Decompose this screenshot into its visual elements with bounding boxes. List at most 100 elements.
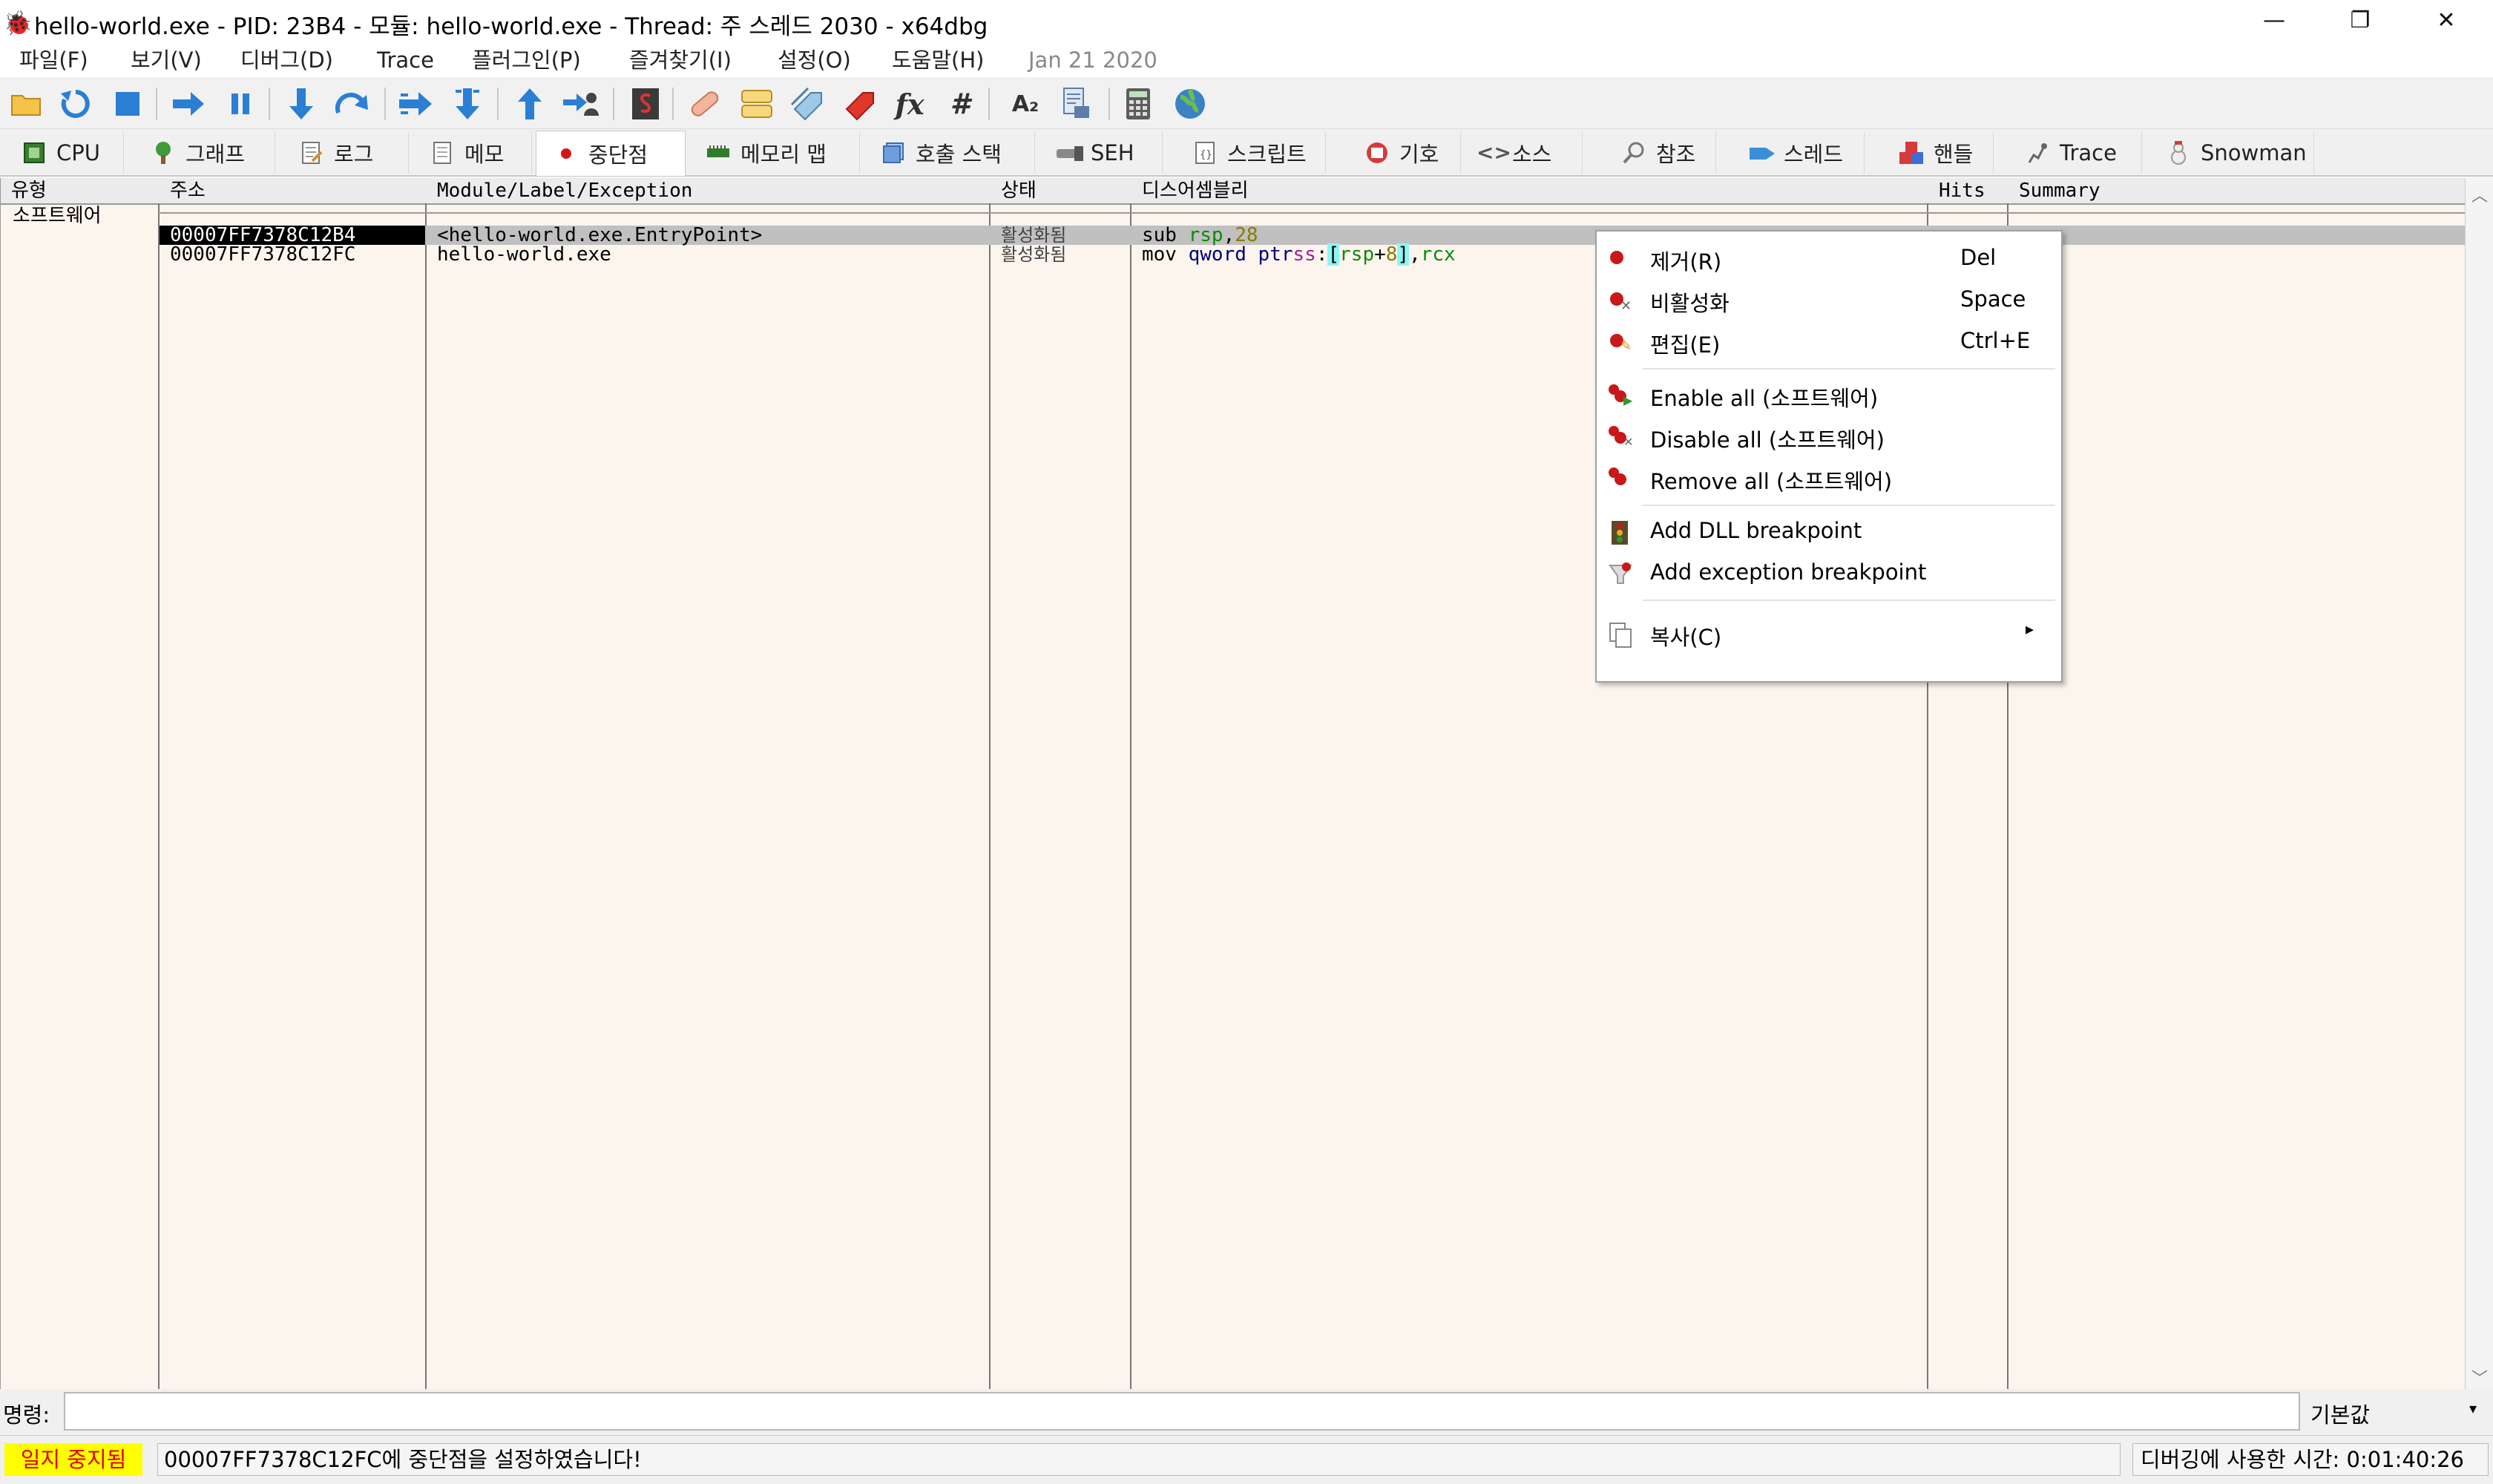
log-icon	[298, 140, 325, 165]
menu-item-remove[interactable]: 제거(R) Del	[1598, 239, 2061, 279]
menu-file[interactable]: 파일(F)	[13, 43, 94, 77]
tab-call-stack[interactable]: 호출 스택	[864, 132, 1035, 174]
bookmarks-icon[interactable]	[841, 85, 880, 123]
tab-breakpoints[interactable]: 중단점	[536, 131, 686, 176]
menu-item-remove-all[interactable]: Remove all (소프트웨어)	[1598, 459, 2061, 499]
tab-source[interactable]: <> 소스	[1469, 132, 1583, 174]
command-mode-select[interactable]: 기본값 ▾	[2306, 1395, 2490, 1429]
debug-time: 디버깅에 사용한 시간: 0:01:40:26	[2132, 1443, 2489, 1476]
scroll-down-icon[interactable]: ﹀	[2466, 1365, 2493, 1389]
svg-text:{}: {}	[1200, 149, 1212, 161]
patch-icon[interactable]	[686, 85, 724, 123]
step-into-icon[interactable]	[282, 85, 321, 123]
column-header-disassembly[interactable]: 디스어셈블리	[1131, 178, 1940, 205]
tab-memory-map[interactable]: 메모리 맵	[689, 132, 860, 174]
run-to-user-code-icon[interactable]	[561, 85, 600, 123]
menu-options[interactable]: 설정(O)	[772, 43, 857, 77]
toolbar-separator	[672, 88, 674, 120]
toolbar-separator	[988, 88, 990, 120]
variables-icon[interactable]: #	[941, 85, 979, 123]
vertical-scrollbar[interactable]: ︿ ﹀	[2465, 178, 2493, 1389]
menu-item-copy[interactable]: 복사(C) ▸	[1598, 614, 2061, 654]
strings-icon[interactable]: A₂	[1006, 85, 1045, 123]
row-label: <hello-world.exe.EntryPoint>	[437, 224, 763, 246]
run-icon[interactable]	[169, 85, 208, 123]
debug-state-badge: 일지 중지됨	[4, 1443, 142, 1476]
menu-trace[interactable]: Trace	[371, 43, 440, 77]
restore-button[interactable]: ❐	[2319, 0, 2401, 43]
menu-item-label: 복사(C)	[1650, 625, 1722, 650]
tab-notes[interactable]: 메모	[413, 132, 532, 174]
menu-item-label: Add exception breakpoint	[1650, 559, 1927, 585]
memory-map-icon	[705, 140, 732, 165]
tab-label: 스레드	[1784, 142, 1844, 167]
menu-item-enable-all[interactable]: ▶ Enable all (소프트웨어)	[1598, 375, 2061, 416]
tab-label: SEH	[1091, 140, 1134, 165]
execute-till-return-icon[interactable]	[510, 85, 549, 123]
tab-threads[interactable]: 스레드	[1732, 132, 1865, 174]
status-bar: 일지 중지됨 00007FF7378C12FC에 중단점을 설정하였습니다! 디…	[0, 1435, 2493, 1484]
column-header-state[interactable]: 상태	[991, 178, 1143, 205]
calculator-icon[interactable]	[1119, 85, 1157, 123]
column-header-hits[interactable]: Hits	[1928, 178, 2020, 205]
scylla-icon[interactable]	[626, 85, 665, 123]
remove-all-icon	[1607, 466, 1634, 493]
tab-handles[interactable]: 핸들	[1882, 132, 1994, 174]
call-stack-icon	[880, 140, 907, 165]
menu-item-add-dll-breakpoint[interactable]: Add DLL breakpoint	[1598, 512, 2061, 552]
functions-icon[interactable]: fx	[890, 85, 929, 123]
column-header-summary[interactable]: Summary	[2008, 178, 2476, 205]
open-icon[interactable]	[7, 85, 46, 123]
offset: 8	[1385, 243, 1398, 266]
menu-plugins[interactable]: 플러그인(P)	[466, 43, 587, 77]
column-header-address[interactable]: 주소	[160, 178, 439, 205]
tab-references[interactable]: 참조	[1604, 132, 1716, 174]
menu-separator	[1643, 368, 2055, 370]
website-icon[interactable]	[1171, 85, 1209, 123]
command-input[interactable]	[64, 1392, 2300, 1431]
notes-icon	[429, 140, 456, 165]
restart-icon[interactable]	[56, 85, 95, 123]
tab-snowman[interactable]: Snowman	[2149, 132, 2314, 174]
step-over-icon[interactable]	[332, 85, 371, 123]
toolbar-separator	[613, 88, 614, 120]
find-icon[interactable]	[1057, 85, 1095, 123]
menu-debug[interactable]: 디버그(D)	[234, 43, 339, 77]
menu-item-disable-all[interactable]: ✕ Disable all (소프트웨어)	[1598, 417, 2061, 457]
close-button[interactable]: ✕	[2405, 0, 2487, 43]
menu-item-shortcut: Ctrl+E	[1960, 328, 2031, 353]
column-header-module-label[interactable]: Module/Label/Exception	[427, 178, 1002, 205]
menu-item-disable[interactable]: ✕ 비활성화 Space	[1598, 280, 2061, 321]
scroll-up-icon[interactable]: ︿	[2466, 183, 2493, 206]
trace-over-icon[interactable]	[448, 85, 487, 123]
toolbar-separator	[156, 88, 157, 120]
title-bar: 🐞 hello-world.exe - PID: 23B4 - 모듈: hell…	[0, 0, 2493, 43]
menu-favourites[interactable]: 즐겨찾기(I)	[623, 43, 738, 77]
disable-breakpoint-icon: ✕	[1607, 288, 1634, 315]
tab-seh[interactable]: SEH	[1039, 132, 1163, 174]
x64dbg-bug-icon: 🐞	[3, 9, 33, 37]
tab-graph[interactable]: 그래프	[134, 132, 275, 174]
menu-item-edit[interactable]: ✎ 편집(E) Ctrl+E	[1598, 322, 2061, 362]
tab-log[interactable]: 로그	[282, 132, 409, 174]
menu-help[interactable]: 도움말(H)	[886, 43, 990, 77]
stop-icon[interactable]	[108, 85, 147, 123]
pause-icon[interactable]	[221, 85, 260, 123]
minimize-button[interactable]: —	[2233, 0, 2315, 43]
tab-script[interactable]: {} 스크립트	[1175, 132, 1326, 174]
row-address: 00007FF7378C12FC	[170, 243, 356, 266]
menu-view[interactable]: 보기(V)	[125, 43, 208, 77]
trace-into-icon[interactable]	[396, 85, 435, 123]
column-header-type[interactable]: 유형	[1, 178, 171, 205]
menu-item-add-exception-breakpoint[interactable]: Add exception breakpoint	[1598, 554, 2061, 594]
snowman-icon	[2165, 140, 2192, 165]
menu-item-shortcut: Del	[1960, 245, 1997, 270]
tab-symbols[interactable]: 기호	[1347, 132, 1461, 174]
breakpoints-table[interactable]: 유형 주소 Module/Label/Exception 상태 디스어셈블리 H…	[0, 178, 2476, 1389]
tab-trace[interactable]: Trace	[2008, 132, 2142, 174]
comments-icon[interactable]	[738, 85, 776, 123]
menu-separator	[1643, 505, 2055, 506]
tab-cpu[interactable]: CPU	[4, 132, 124, 174]
menu-item-label: Remove all (소프트웨어)	[1650, 469, 1893, 494]
labels-icon[interactable]	[789, 85, 828, 123]
